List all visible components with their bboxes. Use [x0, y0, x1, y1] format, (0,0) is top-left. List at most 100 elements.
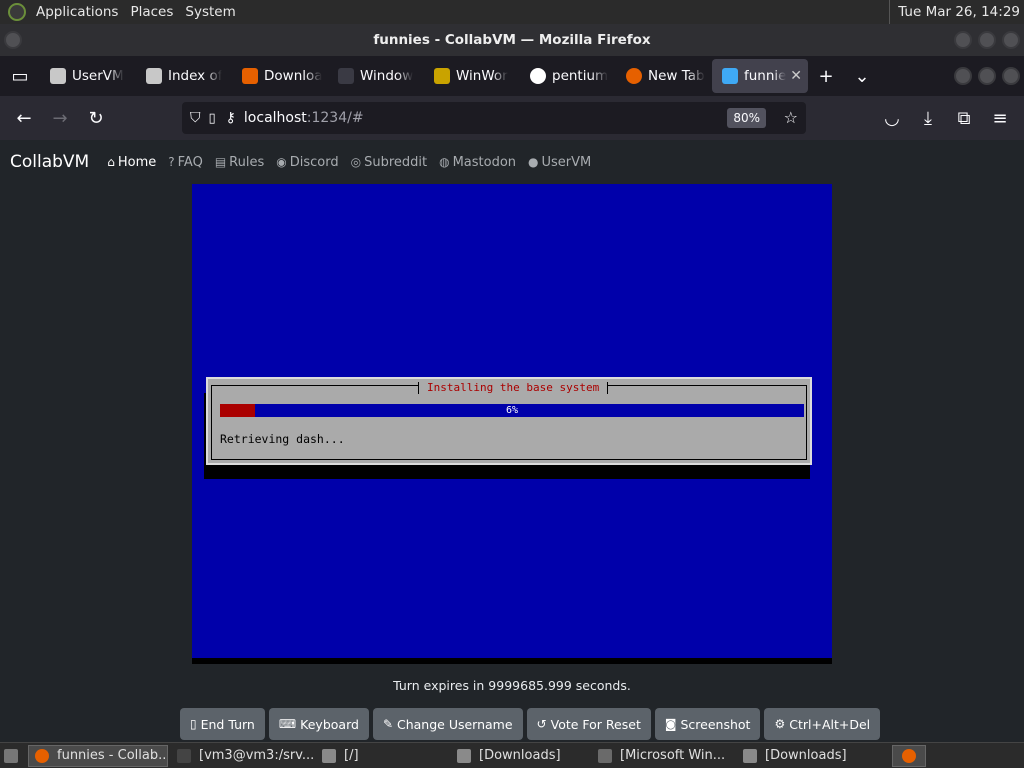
firefox-download-icon — [242, 68, 258, 84]
tab-label: pentium — [552, 68, 609, 84]
install-dialog: Installing the base system 6% Retrieving… — [206, 377, 812, 465]
firefox-icon — [902, 748, 916, 763]
forward-button[interactable]: → — [42, 102, 78, 134]
ctrl-alt-del-button[interactable]: ⚙ Ctrl+Alt+Del — [764, 708, 881, 740]
firefox-view-icon: ▭ — [11, 65, 29, 87]
menu-system[interactable]: System — [179, 0, 241, 24]
tabbar-maximize-icon[interactable] — [978, 67, 996, 85]
chevron-down-icon: ⌄ — [854, 65, 870, 87]
tabbar-minimize-icon[interactable] — [954, 67, 972, 85]
new-tab-button[interactable]: + — [808, 60, 844, 92]
firefox-icon — [35, 748, 49, 763]
arrow-right-icon: → — [52, 107, 68, 129]
folder-icon — [322, 748, 336, 763]
vote-for-reset-button[interactable]: ↺ Vote For Reset — [526, 708, 651, 740]
taskbar-label: [/] — [344, 748, 359, 763]
button-label: Vote For Reset — [550, 716, 641, 732]
arrow-left-icon: ← — [16, 107, 32, 129]
site-navbar: CollabVM ⌂ Home ? FAQ ▤ Rules ◉ Discord ◎ Subredd… — [0, 140, 1024, 184]
shield-icon[interactable]: ⛉ — [190, 110, 201, 126]
minimize-icon[interactable] — [954, 31, 972, 49]
terminal-icon — [177, 748, 191, 763]
zoom-level[interactable]: 80% — [727, 108, 766, 128]
reset-icon: ↺ — [536, 717, 547, 731]
site-nav-rules[interactable]: ▤ Rules — [215, 155, 264, 170]
site-nav-label: Rules — [229, 154, 265, 170]
site-nav-mastodon[interactable]: ◍ Mastodon — [439, 155, 516, 170]
window-menu-icon[interactable] — [4, 31, 22, 49]
collabvm-icon — [146, 68, 162, 84]
show-desktop-button[interactable] — [0, 745, 22, 767]
url-bar[interactable]: ⛉ ▯ ⚷ localhost:1234/# 80% ☆ — [182, 102, 806, 134]
menu-button[interactable]: ≡ — [982, 102, 1018, 134]
site-nav-label: Subreddit — [364, 154, 428, 170]
workspace-switcher[interactable] — [892, 744, 926, 767]
clock[interactable]: Tue Mar 26, 14:29 — [889, 0, 1020, 24]
downloads-button[interactable]: ⤓ — [910, 102, 946, 134]
taskbar-item-1[interactable]: [vm3@vm3:/srv... — [171, 745, 313, 767]
maximize-icon[interactable] — [978, 31, 996, 49]
tab-3[interactable]: Window — [328, 59, 424, 93]
tab-5[interactable]: pentium — [520, 59, 616, 93]
keyboard-icon: ⌨ — [278, 717, 297, 731]
site-nav-discord[interactable]: ◉ Discord — [276, 155, 338, 170]
taskbar-item-4[interactable]: [Microsoft Win... — [592, 745, 734, 767]
reload-icon: ↻ — [88, 107, 104, 129]
camera-icon: ◙ — [664, 717, 677, 731]
tab-4[interactable]: WinWor — [424, 59, 520, 93]
extensions-button[interactable]: ⧉ — [946, 102, 982, 134]
page-icon[interactable]: ▯ — [209, 111, 216, 126]
home-icon: ⌂ — [107, 155, 115, 169]
taskbar-label: [Microsoft Win... — [620, 748, 726, 763]
tab-label: WinWor — [456, 68, 508, 84]
dialog-title: Installing the base system — [418, 382, 609, 394]
taskbar: funnies - Collab... [vm3@vm3:/srv... [/] [D… — [0, 742, 1024, 768]
taskbar-item-3[interactable]: [Downloads] — [451, 745, 589, 767]
heart-icon — [338, 68, 354, 84]
window-titlebar[interactable]: funnies - CollabVM — Mozilla Firefox — [0, 24, 1024, 56]
tab-0[interactable]: UserVM — [40, 59, 136, 93]
taskbar-label: [vm3@vm3:/srv... — [199, 748, 313, 763]
close-window-icon[interactable] — [1002, 31, 1020, 49]
tabbar-close-icon[interactable] — [1002, 67, 1020, 85]
vm-screen[interactable]: Installing the base system 6% Retrieving… — [192, 184, 832, 664]
reload-button[interactable]: ↻ — [78, 102, 114, 134]
change-username-button[interactable]: ✎ Change Username — [372, 708, 523, 740]
tab-label: New Tab — [648, 68, 705, 84]
keyboard-button[interactable]: ⌨ Keyboard — [268, 708, 369, 740]
firefox-view-button[interactable]: ▭ — [0, 60, 40, 92]
tab-strip: ▭ UserVM Index of Downloa Window WinWor penti… — [0, 56, 1024, 96]
menu-places[interactable]: Places — [124, 0, 179, 24]
site-nav-uservm[interactable]: ● UserVM — [528, 155, 591, 170]
site-nav-subreddit[interactable]: ◎ Subreddit — [351, 155, 428, 170]
reddit-icon: ◎ — [350, 155, 362, 169]
key-icon[interactable]: ⚷ — [226, 110, 236, 126]
list-all-tabs-button[interactable]: ⌄ — [844, 60, 880, 92]
site-nav-label: UserVM — [541, 154, 592, 170]
button-label: Change Username — [397, 716, 513, 732]
site-nav-home[interactable]: ⌂ Home — [107, 155, 156, 170]
taskbar-items: funnies - Collab... [vm3@vm3:/srv... [/] [D… — [28, 744, 876, 767]
taskbar-item-2[interactable]: [/] — [316, 745, 448, 767]
menu-applications[interactable]: Applications — [30, 0, 124, 24]
close-tab-icon[interactable]: ✕ — [790, 68, 802, 84]
taskbar-item-0[interactable]: funnies - Collab... — [28, 744, 168, 767]
winworld-icon — [434, 68, 450, 84]
bookmark-star-icon[interactable]: ☆ — [784, 108, 798, 127]
tab-1[interactable]: Index of — [136, 59, 232, 93]
tab-2[interactable]: Downloa — [232, 59, 328, 93]
tab-6[interactable]: New Tab — [616, 59, 712, 93]
screenshot-button[interactable]: ◙ Screenshot — [654, 708, 761, 740]
monitor-icon — [722, 68, 738, 84]
back-button[interactable]: ← — [6, 102, 42, 134]
site-nav-faq[interactable]: ? FAQ — [168, 155, 203, 170]
button-label: End Turn — [200, 716, 255, 732]
folder-icon — [743, 748, 757, 763]
taskbar-item-5[interactable]: [Downloads] — [737, 745, 873, 767]
end-turn-button[interactable]: ▯ End Turn — [180, 708, 265, 740]
pocket-button[interactable]: ◡ — [874, 102, 910, 134]
desktop-icon — [4, 748, 18, 763]
site-brand[interactable]: CollabVM — [10, 152, 89, 172]
distro-logo-icon[interactable] — [8, 3, 26, 21]
tab-7[interactable]: funnie ✕ — [712, 59, 808, 93]
